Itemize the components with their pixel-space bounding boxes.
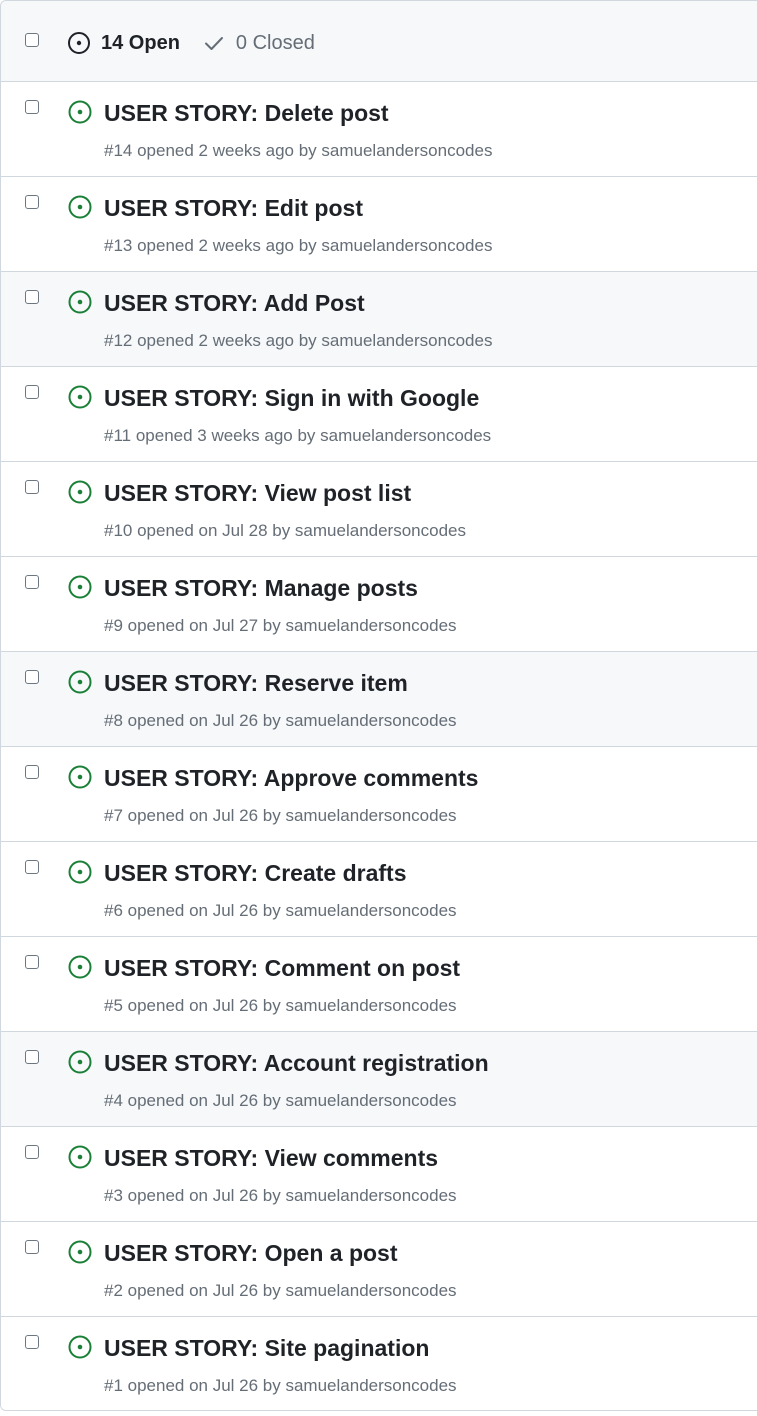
issue-opened-icon [68,1145,92,1169]
issue-checkbox[interactable] [25,480,39,494]
issue-meta: #13 opened 2 weeks ago by samuelanderson… [104,236,493,255]
issue-checkbox[interactable] [25,765,39,779]
issue-meta: #2 opened on Jul 26 by samuelandersoncod… [104,1281,457,1300]
closed-issues-filter[interactable]: 0 Closed [202,31,315,55]
issue-title-link[interactable]: USER STORY: Open a post [104,1240,398,1267]
open-issues-label: 14 Open [101,31,180,54]
issue-opened-icon [68,955,92,979]
issue-row: USER STORY: Add Post #12 opened 2 weeks … [1,272,757,367]
issue-checkbox[interactable] [25,385,39,399]
issue-row: USER STORY: Delete post #14 opened 2 wee… [1,82,757,177]
issue-title-link[interactable]: USER STORY: Account registration [104,1050,489,1077]
issue-opened-icon [68,100,92,124]
issue-meta: #7 opened on Jul 26 by samuelandersoncod… [104,806,457,825]
issue-row: USER STORY: Approve comments #7 opened o… [1,747,757,842]
issue-meta: #12 opened 2 weeks ago by samuelanderson… [104,331,493,350]
issue-title-link[interactable]: USER STORY: Edit post [104,195,363,222]
issue-opened-icon [68,480,92,504]
issue-checkbox[interactable] [25,955,39,969]
issues-list-header: 14 Open 0 Closed [1,1,757,82]
issue-row: USER STORY: Manage posts #9 opened on Ju… [1,557,757,652]
issue-opened-icon [68,290,92,314]
issue-row: USER STORY: Comment on post #5 opened on… [1,937,757,1032]
issue-title-link[interactable]: USER STORY: View comments [104,1145,438,1172]
closed-issues-label: 0 Closed [235,31,315,54]
issue-row: USER STORY: Account registration #4 open… [1,1032,757,1127]
issue-row: USER STORY: View post list #10 opened on… [1,462,757,557]
issue-opened-icon [68,385,92,409]
issue-opened-icon [68,1335,92,1359]
issue-row: USER STORY: View comments #3 opened on J… [1,1127,757,1222]
issue-row: USER STORY: Reserve item #8 opened on Ju… [1,652,757,747]
issue-checkbox[interactable] [25,290,39,304]
issue-checkbox[interactable] [25,100,39,114]
issue-checkbox[interactable] [25,670,39,684]
issue-row: USER STORY: Open a post #2 opened on Jul… [1,1222,757,1317]
issue-title-link[interactable]: USER STORY: Add Post [104,290,365,317]
issue-meta: #10 opened on Jul 28 by samuelandersonco… [104,521,466,540]
issue-opened-icon [68,32,90,54]
issue-opened-icon [68,195,92,219]
issue-meta: #5 opened on Jul 26 by samuelandersoncod… [104,996,457,1015]
issue-meta: #11 opened 3 weeks ago by samuelanderson… [104,426,492,445]
issue-title-link[interactable]: USER STORY: Approve comments [104,765,478,792]
issue-checkbox[interactable] [25,1240,39,1254]
issue-opened-icon [68,1240,92,1264]
issue-opened-icon [68,575,92,599]
issue-meta: #8 opened on Jul 26 by samuelandersoncod… [104,711,457,730]
issue-row: USER STORY: Create drafts #6 opened on J… [1,842,757,937]
issue-row: USER STORY: Site pagination #1 opened on… [1,1317,757,1410]
check-icon [204,37,223,50]
issue-title-link[interactable]: USER STORY: Comment on post [104,955,460,982]
issue-opened-icon [68,860,92,884]
issue-meta: #3 opened on Jul 26 by samuelandersoncod… [104,1186,457,1205]
issue-title-link[interactable]: USER STORY: View post list [104,480,411,507]
issue-meta: #9 opened on Jul 27 by samuelandersoncod… [104,616,457,635]
issue-title-link[interactable]: USER STORY: Site pagination [104,1335,429,1362]
issue-checkbox[interactable] [25,1145,39,1159]
issue-meta: #4 opened on Jul 26 by samuelandersoncod… [104,1091,457,1110]
issue-checkbox[interactable] [25,1335,39,1349]
issue-title-link[interactable]: USER STORY: Create drafts [104,860,406,887]
issue-title-link[interactable]: USER STORY: Delete post [104,100,389,127]
issue-opened-icon [68,765,92,789]
issue-rows: USER STORY: Delete post #14 opened 2 wee… [1,82,757,1410]
issue-meta: #6 opened on Jul 26 by samuelandersoncod… [104,901,457,920]
issues-list: 14 Open 0 Closed USER STORY: Delete post… [0,0,757,1411]
issue-opened-icon [68,1050,92,1074]
issue-row: USER STORY: Sign in with Google #11 open… [1,367,757,462]
issue-checkbox[interactable] [25,195,39,209]
issue-meta: #14 opened 2 weeks ago by samuelanderson… [104,141,493,160]
issue-title-link[interactable]: USER STORY: Sign in with Google [104,385,479,412]
issue-meta: #1 opened on Jul 26 by samuelandersoncod… [104,1376,457,1395]
issue-row: USER STORY: Edit post #13 opened 2 weeks… [1,177,757,272]
issue-checkbox[interactable] [25,1050,39,1064]
issue-checkbox[interactable] [25,860,39,874]
issue-state-filters: 14 Open 0 Closed [67,31,315,55]
open-issues-filter[interactable]: 14 Open [67,31,180,55]
issue-title-link[interactable]: USER STORY: Manage posts [104,575,418,602]
issue-checkbox[interactable] [25,575,39,589]
issue-title-link[interactable]: USER STORY: Reserve item [104,670,408,697]
issue-opened-icon [68,670,92,694]
select-all-checkbox[interactable] [25,33,39,47]
